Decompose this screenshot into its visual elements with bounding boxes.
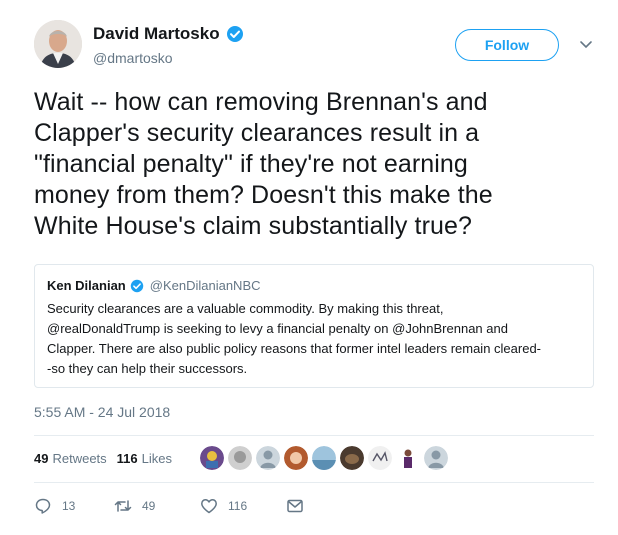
quoted-tweet-text: Security clearances are a valuable commo… [47,299,581,379]
liker-avatar[interactable] [312,446,336,470]
reply-count: 13 [62,499,76,513]
retweet-icon [114,500,132,512]
heart-icon [201,499,217,514]
author-handle[interactable]: @dmartosko [93,50,173,66]
quoted-line: @realDonaldTrump is seeking to levy a fi… [47,321,508,336]
liker-avatar[interactable] [284,446,308,470]
tweet-line: Clapper's security clearances result in … [34,119,480,147]
likers-avatars [200,446,448,470]
quoted-line: Clapper. There are also public policy re… [47,341,542,356]
envelope-icon [287,499,303,513]
quoted-line: Security clearances are a valuable commo… [47,301,444,316]
quoted-line: -so they can help their successors. [47,361,248,376]
retweets-stat[interactable]: 49 Retweets [34,451,107,466]
chevron-down-icon[interactable] [579,40,593,50]
liker-avatar[interactable] [256,446,280,470]
follow-button[interactable]: Follow [455,29,559,61]
liker-avatar[interactable] [200,446,224,470]
divider [34,435,594,436]
tweet-timestamp[interactable]: 5:55 AM - 24 Jul 2018 [34,404,170,420]
quoted-author-handle: @KenDilanianNBC [149,278,261,293]
likes-stat[interactable]: 116 Likes [117,451,172,466]
liker-avatar[interactable] [424,446,448,470]
tweet-text: Wait -- how can removing Brennan's and C… [34,87,594,242]
verified-badge-icon [226,25,244,43]
quoted-tweet[interactable]: Ken Dilanian @KenDilanianNBC Security cl… [34,264,594,388]
like-button[interactable]: 116 [200,497,286,515]
like-count: 116 [228,499,248,513]
retweet-button[interactable]: 49 [114,497,200,515]
author-name[interactable]: David Martosko [93,24,220,44]
direct-message-button[interactable] [286,497,304,515]
retweets-count: 49 [34,451,49,466]
verified-badge-icon [130,279,144,293]
likes-count: 116 [116,451,138,466]
author-avatar[interactable] [34,20,82,68]
liker-avatar[interactable] [228,446,252,470]
tweet-stats: 49 Retweets 116 Likes [34,451,172,466]
liker-avatar[interactable] [396,446,420,470]
retweets-label: Retweets [52,451,107,466]
likes-label: Likes [141,451,173,466]
reply-button[interactable]: 13 [34,497,114,515]
tweet-actions: 13 49 116 [34,497,304,515]
tweet-line: money from them? Doesn't this make the [34,181,493,209]
divider [34,482,594,483]
reply-icon [35,498,51,514]
liker-avatar[interactable] [340,446,364,470]
retweet-count: 49 [142,499,156,513]
quoted-author-name: Ken Dilanian [47,278,126,293]
tweet-line: "financial penalty" if they're not earni… [34,150,468,178]
tweet-line: Wait -- how can removing Brennan's and [34,88,488,116]
tweet-line: White House's claim substantially true? [34,212,473,240]
liker-avatar[interactable] [368,446,392,470]
